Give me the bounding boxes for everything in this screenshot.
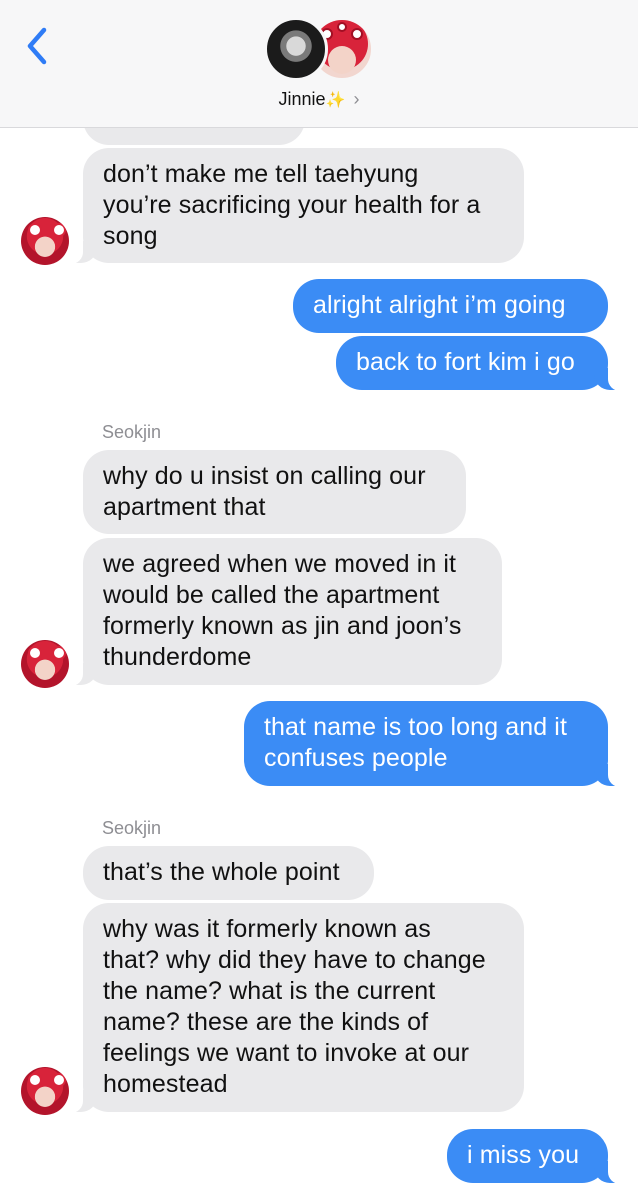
message-bubble-incoming[interactable]: that’s the whole point <box>83 846 374 900</box>
message-bubble-incoming[interactable]: we agreed when we moved in it would be c… <box>69 538 502 686</box>
conversation-header: Jinnie✨ › <box>0 0 638 128</box>
avatar-pattern-icon <box>28 646 42 660</box>
message-bubble-outgoing[interactable]: i miss you <box>447 1129 622 1184</box>
avatar-pattern-icon <box>28 1073 42 1087</box>
contact-name: Jinnie <box>278 89 326 109</box>
avatar-pattern-icon <box>52 646 66 660</box>
chevron-right-icon: › <box>353 89 360 109</box>
sender-avatar[interactable] <box>21 217 69 265</box>
avatar-pattern-icon <box>52 1073 66 1087</box>
message-bubble-outgoing[interactable]: alright alright i’m going <box>293 279 608 333</box>
sender-avatar[interactable] <box>21 1067 69 1115</box>
avatar-pattern-icon <box>52 223 66 237</box>
message-bubble-outgoing[interactable]: that name is too long and it confuses pe… <box>244 701 622 787</box>
avatar-pattern-icon <box>28 223 42 237</box>
message-bubble-incoming[interactable]: why was it formerly known as that? why d… <box>69 903 524 1113</box>
sparkle-icon: ✨ <box>325 92 346 109</box>
sender-name: Seokjin <box>102 818 162 838</box>
contact-avatar-primary[interactable] <box>264 17 328 81</box>
message-bubble-outgoing[interactable]: back to fort kim i go <box>336 336 622 391</box>
message-bubble-incoming[interactable]: why do u insist on calling our apartment… <box>83 450 466 534</box>
chevron-left-icon <box>27 27 47 65</box>
message-bubble-incoming[interactable]: don’t make me tell taehyung you’re sacri… <box>69 148 524 264</box>
back-button[interactable] <box>20 24 60 68</box>
contact-title[interactable]: Jinnie✨ › <box>0 89 638 110</box>
sender-name: Seokjin <box>102 422 162 442</box>
sender-avatar[interactable] <box>21 640 69 688</box>
